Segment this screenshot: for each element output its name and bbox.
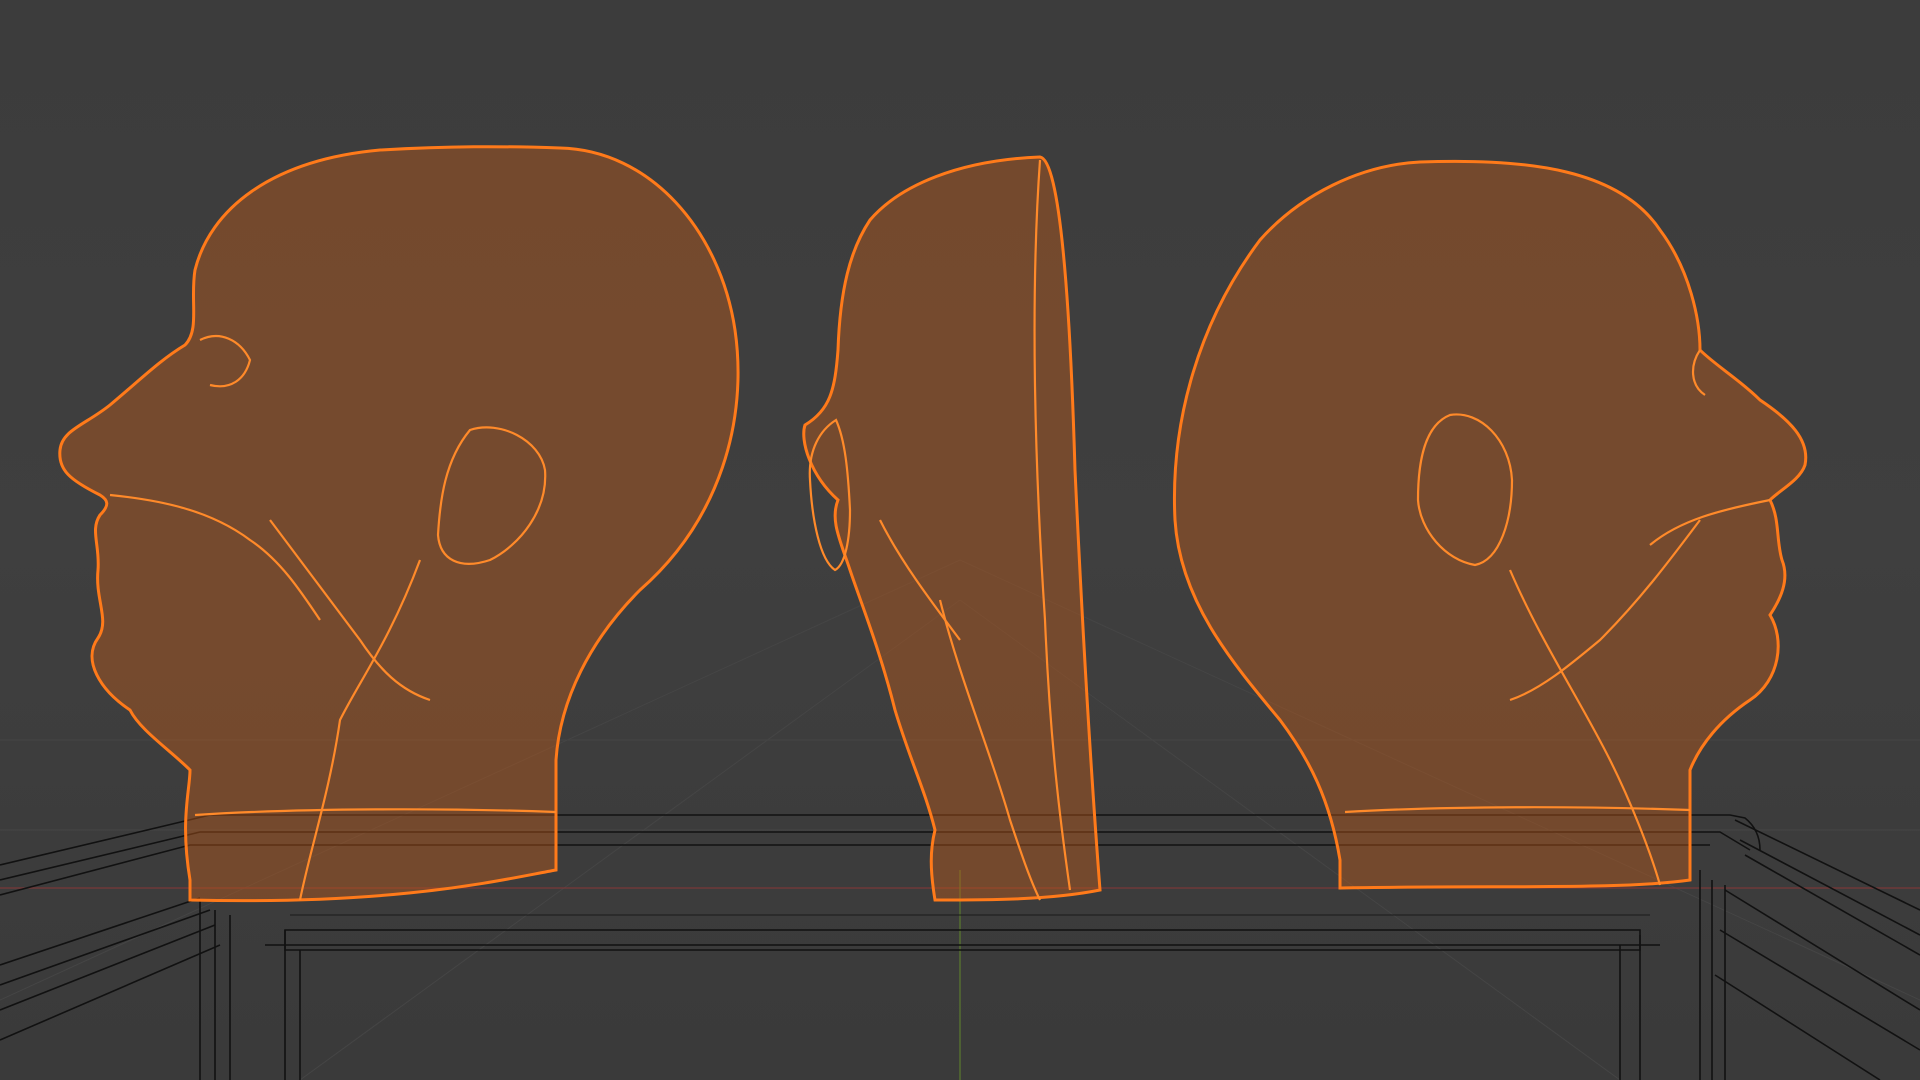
wireframe-head-icon [58,145,740,903]
3d-viewport[interactable] [0,0,1920,1080]
wireframe-head-icon [1172,159,1808,890]
head-left[interactable] [58,145,740,903]
head-center[interactable] [802,155,1102,902]
viewport-canvas[interactable] [0,0,1920,1080]
wireframe-head-icon [802,155,1102,902]
head-right[interactable] [1172,159,1808,890]
